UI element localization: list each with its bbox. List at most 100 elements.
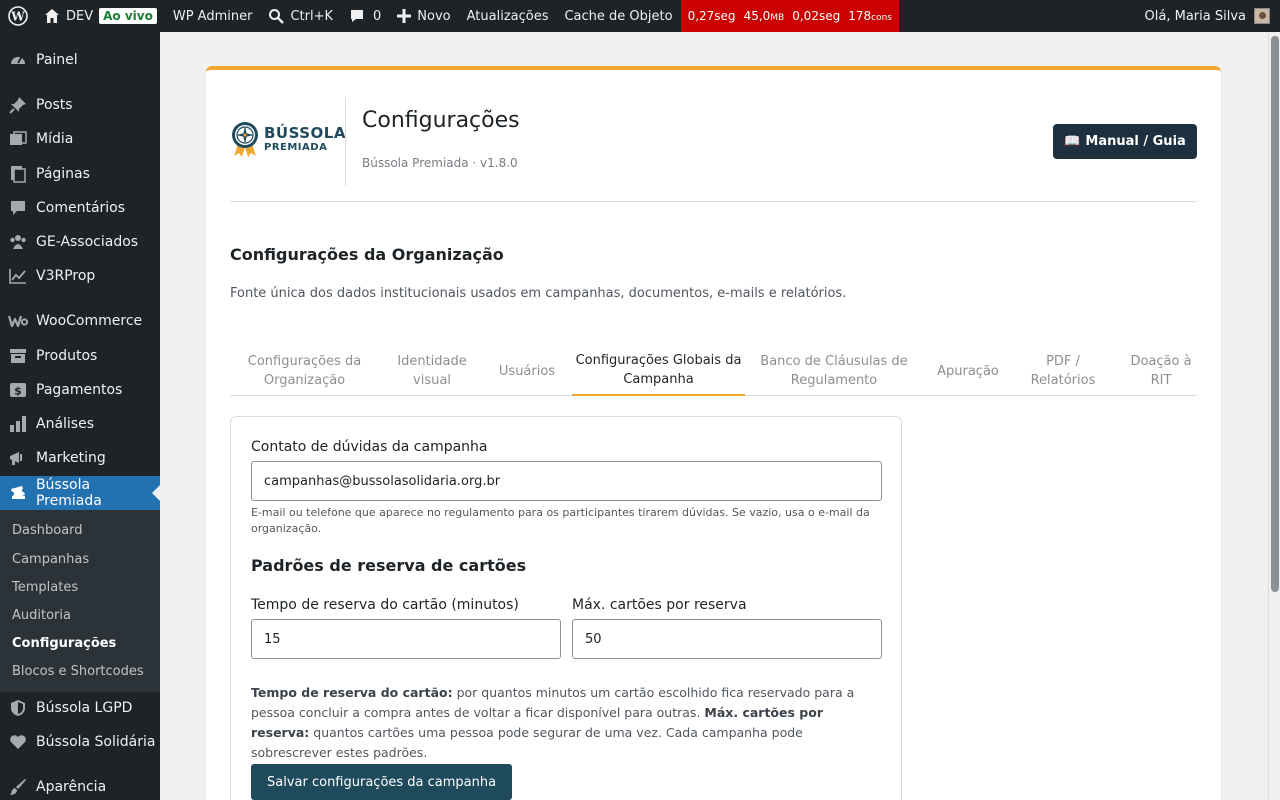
tab-banco-clausulas[interactable]: Banco de Cláusulas de Regulamento [758,346,910,396]
submenu-item-blocos-shortcodes[interactable]: Blocos e Shortcodes [12,664,144,679]
qm-db-time: 0,02seg [792,9,841,23]
greeting: Olá, Maria Silva [1144,8,1246,24]
heart-icon [8,732,28,752]
reservation-title: Padrões de reserva de cartões [251,556,527,575]
wp-adminer-link[interactable]: WP Adminer [165,0,261,32]
menu-label: Marketing [36,450,106,466]
object-cache-link[interactable]: Cache de Objeto [556,0,680,32]
command-palette-button[interactable]: Ctrl+K [260,0,341,32]
menu-label: Bússola Solidária [36,734,156,750]
menu-label: Páginas [36,166,90,182]
header-divider [345,98,346,186]
page-title: Configurações [362,108,520,133]
pages-icon [8,164,28,184]
avatar [1254,8,1270,24]
new-content-link[interactable]: Novo [389,0,458,32]
comments-link[interactable]: 0 [341,0,389,32]
svg-text:$: $ [14,385,22,398]
live-badge: Ao vivo [99,8,157,24]
max-cards-label: Máx. cartões por reserva [572,597,747,613]
menu-item-ge-associados[interactable]: GE-Associados [0,225,160,259]
svg-text:W: W [10,10,25,24]
menu-item-painel[interactable]: Painel [0,43,160,77]
contact-help: E-mail ou telefone que aparece no regula… [251,506,870,535]
header-divider-line [230,201,1197,202]
section-title: Configurações da Organização [230,245,504,264]
submenu-item-dashboard[interactable]: Dashboard [12,523,83,538]
comment-icon [8,198,28,218]
submenu-item-templates[interactable]: Templates [12,580,78,595]
submenu-item-campanhas[interactable]: Campanhas [12,552,89,567]
tab-identidade-visual[interactable]: Identidade visual [389,346,475,396]
menu-label: Comentários [36,200,126,216]
submenu-item-configuracoes[interactable]: Configurações [12,636,116,651]
submenu-item-auditoria[interactable]: Auditoria [12,608,71,623]
manual-guide-label: Manual / Guia [1085,134,1186,149]
scrollbar-thumb[interactable] [1271,36,1279,592]
menu-item-bussola-lgpd[interactable]: Bússola LGPD [0,691,160,725]
menu-label: Pagamentos [36,382,123,398]
query-monitor-stats[interactable]: 0,27seg 45,0MB 0,02seg 178cons [680,0,899,32]
menu-item-pagamentos[interactable]: $ Pagamentos [0,373,160,407]
search-icon [269,9,285,24]
media-icon [8,129,28,149]
qm-memory: 45,0MB [743,9,785,23]
contact-input[interactable] [251,461,882,501]
tab-apuracao[interactable]: Apuração [930,346,1006,396]
tickets-icon [8,483,28,503]
menu-label: Mídia [36,131,74,147]
manual-guide-button[interactable]: 📖 Manual / Guia [1053,124,1197,159]
menu-item-midia[interactable]: Mídia [0,122,160,156]
tab-configuracoes-organizacao[interactable]: Configurações da Organização [230,346,379,396]
menu-item-bussola-premiada[interactable]: Bússola Premiada [0,476,160,510]
logo-line1: BÚSSOLA [264,123,346,142]
archive-icon [8,346,28,366]
menu-item-aparencia[interactable]: Aparência [0,770,160,800]
dollar-icon: $ [8,380,28,400]
updates-link[interactable]: Atualizações [459,0,557,32]
save-campaign-settings-button[interactable]: Salvar configurações da campanha [251,764,513,800]
comments-count: 0 [373,8,382,24]
shortcut-label: Ctrl+K [290,8,334,24]
menu-label: Produtos [36,348,98,364]
menu-item-paginas[interactable]: Páginas [0,157,160,191]
section-description: Fonte única dos dados institucionais usa… [230,286,847,301]
comment-icon [351,10,364,22]
qm-queries: 178cons [848,9,892,23]
compass-medal-icon [232,122,258,157]
menu-label: WooCommerce [36,313,143,329]
home-icon [45,9,59,23]
settings-card: BÚSSOLA PREMIADA Configurações Bússola P… [206,66,1221,800]
menu-item-marketing[interactable]: Marketing [0,441,160,475]
site-name-link[interactable]: DEV Ao vivo [36,0,165,32]
max-cards-input[interactable] [572,619,882,659]
reservation-time-input[interactable] [251,619,561,659]
menu-item-produtos[interactable]: Produtos [0,339,160,373]
dashboard-icon [8,50,28,70]
qm-time: 0,27seg [687,9,736,23]
tab-pdf-relatorios[interactable]: PDF / Relatórios [1026,346,1100,396]
menu-label: Aparência [36,779,107,795]
page-scrollbar[interactable] [1268,32,1280,800]
reservation-time-label: Tempo de reserva do cartão (minutos) [251,597,519,613]
woocommerce-icon [8,311,28,331]
my-account-link[interactable]: Olá, Maria Silva [1145,8,1280,24]
tab-doacao-rit[interactable]: Doação à RIT [1126,346,1196,396]
menu-item-bussola-solidaria[interactable]: Bússola Solidária [0,725,160,759]
book-icon: 📖 [1064,134,1081,149]
campaign-settings-panel: Contato de dúvidas da campanha E-mail ou… [230,416,902,800]
wordpress-logo-icon[interactable]: W [0,0,36,32]
contact-label: Contato de dúvidas da campanha [251,439,488,455]
menu-item-woocommerce[interactable]: WooCommerce [0,304,160,338]
menu-label: Posts [36,97,73,113]
menu-label: Painel [36,52,78,68]
menu-item-posts[interactable]: Posts [0,88,160,122]
menu-item-v3rprop[interactable]: V3RProp [0,259,160,293]
tab-configuracoes-globais-campanha[interactable]: Configurações Globais da Campanha [572,346,745,396]
settings-tabs: Configurações da Organização Identidade … [230,346,1197,396]
admin-bar: W DEV Ao vivo WP Adminer Ctrl+K 0 Novo A… [0,0,1280,32]
menu-item-analises[interactable]: Análises [0,407,160,441]
shield-icon [8,698,28,718]
tab-usuarios[interactable]: Usuários [487,346,567,396]
menu-item-comentarios[interactable]: Comentários [0,191,160,225]
